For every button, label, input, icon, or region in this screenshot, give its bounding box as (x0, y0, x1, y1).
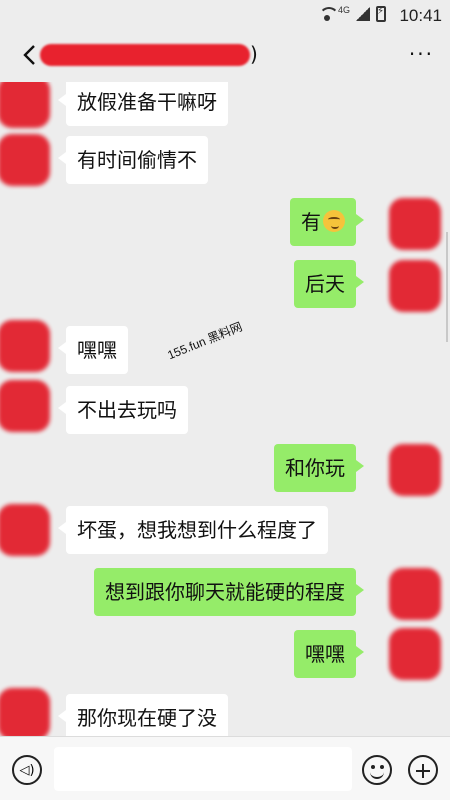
signal-icon (356, 7, 370, 21)
more-options-button[interactable]: ··· (409, 42, 434, 66)
chat-header: ) ··· (0, 32, 450, 82)
voice-wave-icon: ◁) (19, 762, 35, 778)
watermark-text: 155.fun 黑料网 (165, 319, 245, 363)
message-list[interactable]: 放假准备干嘛呀 有时间偷情不 有 后天 嘿嘿 不出去玩吗 和你玩 坏蛋，想我想到… (0, 82, 450, 736)
avatar-redacted[interactable] (0, 82, 50, 128)
avatar-redacted[interactable] (389, 198, 441, 250)
message-bubble-outgoing[interactable]: 有 (290, 198, 364, 246)
message-bubble-incoming[interactable]: 有时间偷情不 (58, 136, 208, 184)
message-input[interactable] (54, 747, 352, 791)
emoji-picker-button[interactable] (362, 755, 392, 785)
chat-title-suffix: ) (250, 42, 258, 66)
avatar-redacted[interactable] (389, 628, 441, 680)
message-bubble-incoming[interactable]: 嘿嘿 (58, 326, 128, 374)
avatar-redacted[interactable] (0, 380, 50, 432)
network-type: 4G (337, 5, 350, 15)
chevron-left-icon (23, 45, 35, 65)
message-bubble-outgoing[interactable]: 和你玩 (274, 444, 364, 492)
status-bar: 4G 10:41 (0, 0, 450, 32)
battery-icon (376, 6, 386, 22)
message-bubble-outgoing[interactable]: 后天 (294, 260, 364, 308)
avatar-redacted[interactable] (389, 444, 441, 496)
input-bar: ◁) (0, 736, 450, 800)
message-bubble-outgoing[interactable]: 嘿嘿 (294, 630, 364, 678)
avatar-redacted[interactable] (0, 134, 50, 186)
avatar-redacted[interactable] (0, 320, 50, 372)
scrollbar[interactable] (444, 232, 448, 342)
clock: 10:41 (399, 6, 442, 25)
avatar-redacted[interactable] (389, 568, 441, 620)
thinking-face-emoji-icon (323, 210, 345, 232)
avatar-redacted[interactable] (0, 688, 50, 736)
voice-input-button[interactable]: ◁) (12, 755, 42, 785)
message-bubble-incoming[interactable]: 不出去玩吗 (58, 386, 188, 434)
message-bubble-incoming[interactable]: 那你现在硬了没 (58, 694, 228, 736)
message-bubble-incoming[interactable]: 坏蛋，想我想到什么程度了 (58, 506, 328, 554)
more-actions-plus-button[interactable] (408, 755, 438, 785)
avatar-redacted[interactable] (0, 504, 50, 556)
message-text: 有 (301, 210, 321, 234)
message-bubble-outgoing[interactable]: 想到跟你聊天就能硬的程度 (94, 568, 364, 616)
status-icons: 4G (318, 5, 386, 22)
wifi-icon (318, 7, 339, 21)
message-bubble-incoming[interactable]: 放假准备干嘛呀 (58, 82, 228, 126)
avatar-redacted[interactable] (389, 260, 441, 312)
redacted-contact-name (40, 44, 250, 66)
